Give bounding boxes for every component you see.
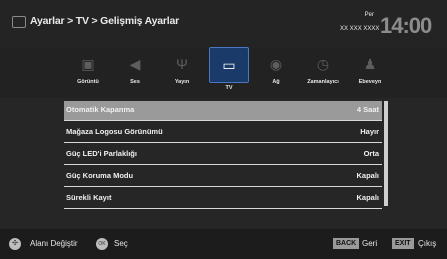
tab-label: Görüntü — [77, 79, 99, 85]
setting-value: 4 Saat — [356, 105, 379, 114]
network-icon: ◉ — [269, 56, 283, 72]
setting-auto-off[interactable]: Otomatik Kapanma 4 Saat — [64, 101, 382, 121]
navigate-hint: Alanı Değiştir — [30, 239, 78, 248]
tab-ag[interactable]: ◉ Ağ — [256, 52, 296, 85]
parental-icon: ♟ — [363, 56, 377, 72]
tab-label: Ağ — [272, 79, 280, 85]
back-hint: Geri — [362, 239, 378, 248]
tab-label: Ebeveyn — [358, 79, 382, 85]
date-label: XX XXX XXXX — [340, 26, 380, 32]
tab-ses[interactable]: ◀ Ses — [115, 52, 155, 85]
tv-icon: ▭ — [209, 47, 249, 83]
tab-label: Yayın — [174, 79, 190, 85]
breadcrumb: Ayarlar > TV > Gelişmiş Ayarlar — [30, 15, 180, 27]
tab-goruntu[interactable]: ▣ Görüntü — [68, 52, 108, 85]
setting-label: Mağaza Logosu Görünümü — [66, 127, 163, 136]
scrollbar-thumb[interactable] — [384, 101, 388, 206]
setting-value: Kapalı — [356, 193, 379, 202]
tv-settings-screen: Ayarlar > TV > Gelişmiş Ayarlar Per XX X… — [0, 0, 447, 259]
back-key[interactable]: BACK — [333, 238, 360, 249]
setting-continuous-record[interactable]: Sürekli Kayıt Kapalı — [64, 189, 382, 209]
exit-key[interactable]: EXIT — [392, 238, 414, 249]
scrollbar[interactable] — [384, 101, 388, 206]
select-hint: Seç — [114, 239, 128, 248]
tab-zamanlayici[interactable]: ◷ Zamanlayıcı — [303, 52, 343, 85]
setting-value: Hayır — [360, 127, 379, 136]
speaker-icon: ◀ — [129, 56, 141, 72]
setting-label: Otomatik Kapanma — [66, 105, 135, 114]
header: Ayarlar > TV > Gelişmiş Ayarlar Per XX X… — [0, 0, 447, 48]
ok-icon: OK — [96, 238, 108, 250]
settings-menu-icon — [12, 16, 26, 28]
setting-label: Sürekli Kayıt — [66, 193, 112, 202]
setting-store-logo[interactable]: Mağaza Logosu Görünümü Hayır — [64, 123, 382, 143]
tab-label: Zamanlayıcı — [307, 79, 339, 85]
category-tabs: ▣ Görüntü ◀ Ses Ψ Yayın ▭ TV ◉ Ağ ◷ Zama… — [0, 47, 447, 98]
tab-tv[interactable]: ▭ TV — [209, 47, 249, 91]
clock: 14:00 — [380, 13, 432, 38]
dpad-icon: ✣ — [9, 238, 21, 250]
timer-icon: ◷ — [316, 56, 330, 72]
day-label: Per — [364, 12, 374, 18]
setting-power-led[interactable]: Güç LED'i Parlaklığı Orta — [64, 145, 382, 165]
tab-yayin[interactable]: Ψ Yayın — [162, 52, 202, 85]
tab-ebeveyn[interactable]: ♟ Ebeveyn — [350, 52, 390, 85]
exit-hint: Çıkış — [418, 239, 437, 248]
setting-power-save[interactable]: Güç Koruma Modu Kapalı — [64, 167, 382, 187]
setting-label: Güç Koruma Modu — [66, 171, 134, 180]
picture-icon: ▣ — [81, 56, 95, 72]
setting-value: Orta — [363, 149, 379, 158]
setting-label: Güç LED'i Parlaklığı — [66, 149, 137, 158]
setting-value: Kapalı — [356, 171, 379, 180]
tab-label: Ses — [130, 79, 140, 85]
footer-hints: ✣ Alanı Değiştir OK Seç BACK Geri EXIT Ç… — [0, 229, 447, 259]
antenna-icon: Ψ — [176, 56, 188, 72]
settings-list: Otomatik Kapanma 4 Saat Mağaza Logosu Gö… — [64, 101, 382, 211]
tab-label: TV — [225, 85, 233, 91]
